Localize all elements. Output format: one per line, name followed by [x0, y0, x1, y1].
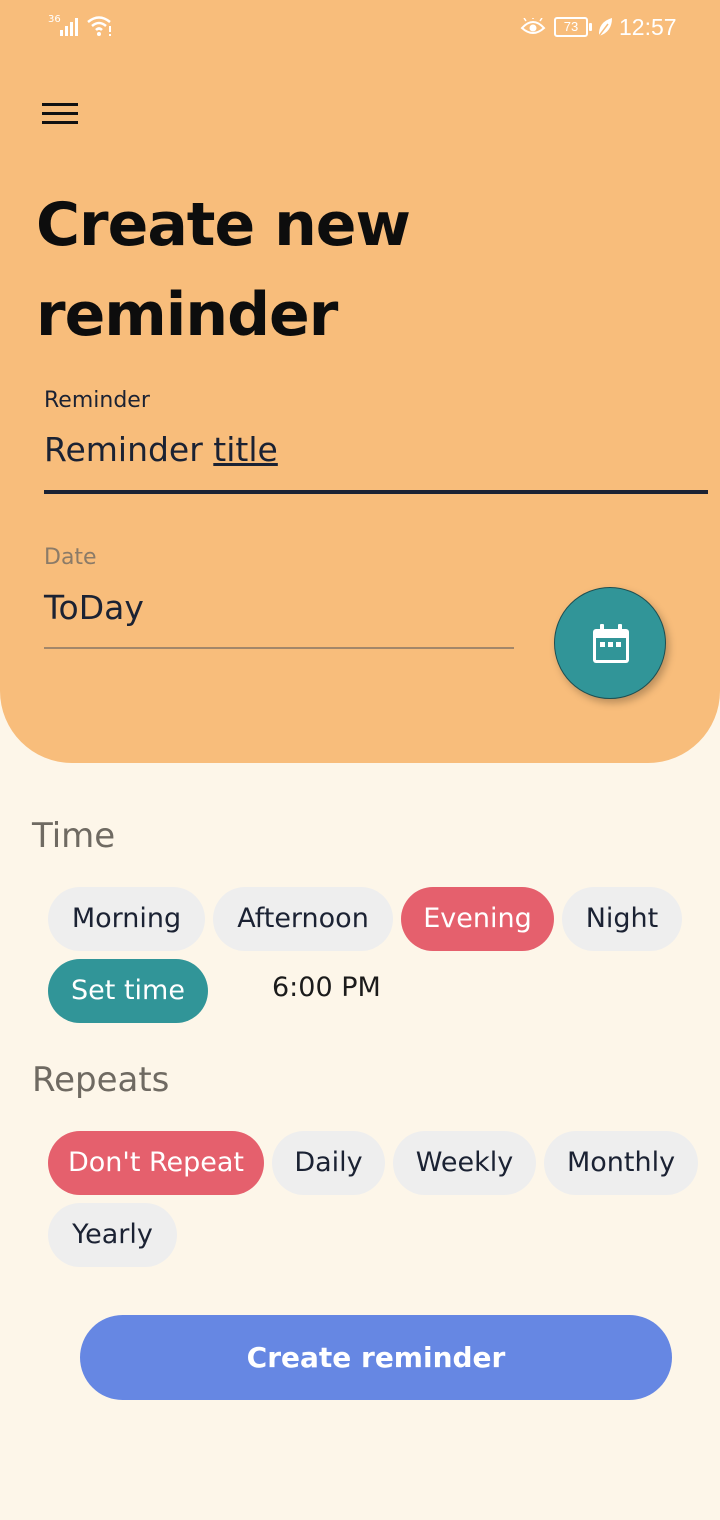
- leaf-icon: [598, 18, 612, 37]
- chip-morning[interactable]: Morning: [48, 887, 205, 951]
- create-reminder-screen: 36 73 12:57 Create new reminder Reminder…: [0, 0, 720, 1520]
- chip-daily[interactable]: Daily: [272, 1131, 385, 1195]
- set-time-button[interactable]: Set time: [48, 959, 208, 1023]
- date-field-label: Date: [44, 545, 97, 570]
- hamburger-menu-icon[interactable]: [36, 96, 84, 136]
- reminder-title-text-underlined: title: [213, 430, 278, 469]
- chip-night[interactable]: Night: [562, 887, 682, 951]
- calendar-icon: [593, 624, 629, 663]
- date-input[interactable]: ToDay: [44, 588, 144, 627]
- clock: 12:57: [619, 14, 677, 40]
- battery-icon: 73: [554, 17, 594, 37]
- date-picker-button[interactable]: [554, 587, 666, 699]
- reminder-title-input[interactable]: Reminder title: [44, 430, 278, 469]
- create-reminder-button[interactable]: Create reminder: [80, 1315, 672, 1400]
- wifi-icon: [87, 16, 111, 36]
- selected-time: 6:00 PM: [272, 972, 381, 1003]
- eye-icon: [520, 18, 546, 34]
- time-section-title: Time: [32, 816, 116, 856]
- chip-weekly[interactable]: Weekly: [393, 1131, 536, 1195]
- reminder-field-underline: [44, 490, 708, 494]
- chip-dont-repeat[interactable]: Don't Repeat: [48, 1131, 264, 1195]
- battery-level: 73: [554, 17, 588, 37]
- page-title: Create new reminder: [36, 190, 411, 350]
- date-field-underline: [44, 647, 514, 649]
- chip-monthly[interactable]: Monthly: [544, 1131, 698, 1195]
- chip-yearly[interactable]: Yearly: [48, 1203, 177, 1267]
- signal-icon: [60, 18, 78, 36]
- reminder-title-text: Reminder: [44, 430, 214, 469]
- repeats-section-title: Repeats: [32, 1060, 170, 1100]
- reminder-field-label: Reminder: [44, 388, 150, 413]
- header-panel: 36 73 12:57 Create new reminder Reminder…: [0, 0, 720, 763]
- chip-afternoon[interactable]: Afternoon: [213, 887, 393, 951]
- status-bar: 36 73 12:57: [0, 0, 720, 56]
- chip-evening[interactable]: Evening: [401, 887, 554, 951]
